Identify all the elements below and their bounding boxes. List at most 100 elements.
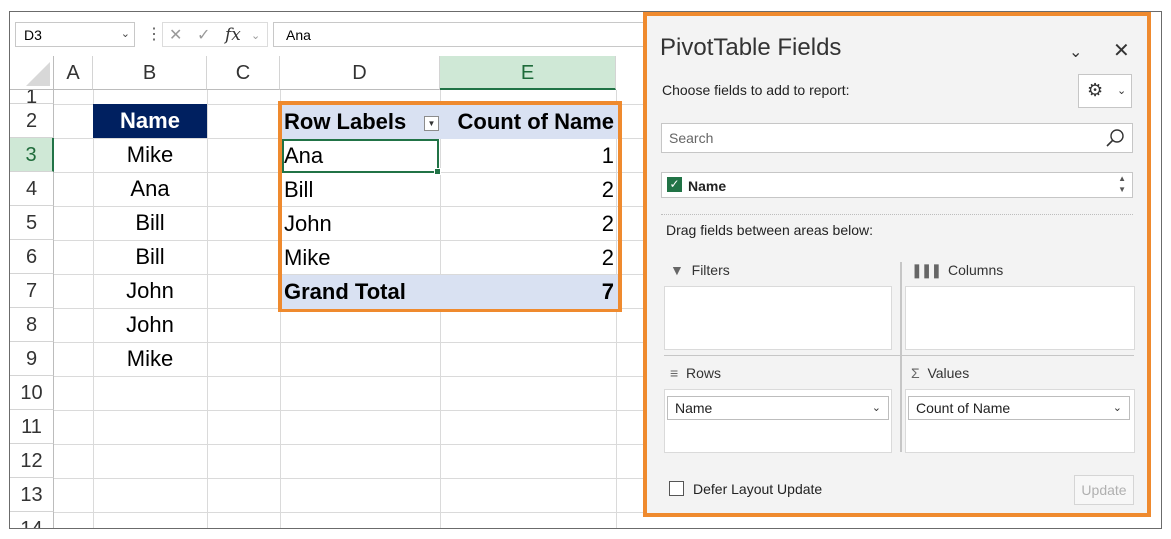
columns-icon: ❚❚❚ (911, 262, 942, 278)
pivot-grand-total-row: Grand Total 7 (282, 275, 618, 309)
pivot-row: John 2 (282, 207, 618, 241)
row-header-2[interactable]: 2 (10, 104, 54, 138)
scroll-down-icon[interactable]: ▼ (1118, 185, 1126, 194)
row-header-7[interactable]: 7 (10, 274, 54, 308)
chevron-down-icon[interactable]: ⌄ (1069, 42, 1082, 62)
chevron-down-icon: ⌄ (1117, 85, 1127, 97)
row-header-14[interactable]: 14 (10, 512, 54, 528)
column-header-e[interactable]: E (440, 56, 616, 90)
pivot-row-label[interactable]: Bill (284, 173, 313, 207)
row-header-10[interactable]: 10 (10, 376, 54, 410)
pivot-table: Row Labels ▼ Count of Name Ana 1 Bill 2 … (278, 101, 622, 312)
pivottable-fields-pane: PivotTable Fields ⌄ ✕ Choose fields to a… (643, 12, 1151, 517)
chevron-down-icon[interactable]: ⌄ (1113, 401, 1122, 414)
insert-function-icon[interactable]: fx (225, 25, 241, 45)
filters-label: ▼ Filters (670, 262, 730, 278)
pivot-row-label[interactable]: Mike (284, 241, 330, 275)
values-drop-zone[interactable]: Count of Name ⌄ (905, 389, 1135, 453)
columns-label: ❚❚❚ Columns (911, 262, 1003, 279)
pivot-row-value[interactable]: 2 (602, 173, 614, 207)
source-cell[interactable]: Mike (93, 138, 207, 172)
field-label-name[interactable]: Name (688, 178, 726, 194)
formula-buttons: ✕ ✓ fx ⌄ (162, 22, 268, 47)
pivot-row-value[interactable]: 1 (602, 139, 614, 173)
update-button[interactable]: Update (1074, 475, 1134, 505)
source-cell[interactable]: John (93, 274, 207, 308)
gridline (54, 444, 654, 445)
pivot-row-value[interactable]: 2 (602, 207, 614, 241)
cancel-icon[interactable]: ✕ (169, 25, 182, 45)
enter-icon[interactable]: ✓ (197, 25, 210, 45)
row-header-4[interactable]: 4 (10, 172, 54, 206)
values-field-item[interactable]: Count of Name ⌄ (908, 396, 1130, 420)
chevron-down-icon[interactable]: ⌄ (121, 27, 130, 40)
columns-drop-zone[interactable] (905, 286, 1135, 350)
row-header-8[interactable]: 8 (10, 308, 54, 342)
grand-total-label[interactable]: Grand Total (284, 275, 406, 309)
row-header-6[interactable]: 6 (10, 240, 54, 274)
row-header-5[interactable]: 5 (10, 206, 54, 240)
pivot-row-value[interactable]: 2 (602, 241, 614, 275)
field-checkbox-name[interactable]: ✓ (667, 177, 682, 192)
name-box-value: D3 (24, 27, 42, 43)
more-options-icon[interactable]: ⋮ (146, 24, 162, 44)
rows-field-item[interactable]: Name ⌄ (667, 396, 889, 420)
drag-fields-label: Drag fields between areas below: (666, 222, 874, 238)
close-icon[interactable]: ✕ (1113, 38, 1130, 63)
rows-drop-zone[interactable]: Name ⌄ (664, 389, 892, 453)
row-header-9[interactable]: 9 (10, 342, 54, 376)
filter-icon: ▼ (670, 262, 684, 278)
pivot-row: Mike 2 (282, 241, 618, 276)
active-cell-selection[interactable] (282, 139, 441, 175)
column-header-d[interactable]: D (280, 56, 440, 90)
source-cell[interactable]: John (93, 308, 207, 342)
scroll-up-icon[interactable]: ▲ (1118, 174, 1126, 183)
row-header-1[interactable]: 1 (10, 90, 54, 104)
divider (661, 214, 1133, 215)
area-divider-horizontal (664, 355, 1134, 356)
chevron-down-icon[interactable]: ⌄ (251, 29, 260, 42)
row-header-3[interactable]: 3 (10, 138, 54, 172)
rows-icon: ≡ (670, 365, 679, 381)
filters-drop-zone[interactable] (664, 286, 892, 350)
pivot-row-label[interactable]: John (284, 207, 332, 241)
grand-total-value[interactable]: 7 (602, 275, 614, 309)
source-cell[interactable]: Bill (93, 240, 207, 274)
row-header-12[interactable]: 12 (10, 444, 54, 478)
source-cell[interactable]: Ana (93, 172, 207, 206)
field-search-input[interactable]: Search (661, 123, 1133, 153)
select-all-corner[interactable] (10, 56, 54, 90)
name-box[interactable]: D3 ⌄ (15, 22, 135, 47)
count-of-name-header[interactable]: Count of Name (458, 105, 614, 139)
source-cell[interactable]: Mike (93, 342, 207, 376)
filter-dropdown-icon[interactable]: ▼ (424, 116, 439, 131)
values-label: Σ Values (911, 365, 969, 381)
filters-text: Filters (691, 262, 730, 278)
sigma-icon: Σ (911, 365, 920, 381)
chevron-down-icon[interactable]: ⌄ (872, 401, 881, 414)
tools-button[interactable]: ⚙ ⌄ (1078, 74, 1132, 108)
row-labels-header[interactable]: Row Labels (284, 105, 406, 139)
formula-input[interactable]: Ana (273, 22, 653, 47)
row-header-11[interactable]: 11 (10, 410, 54, 444)
gear-icon: ⚙ (1087, 80, 1104, 100)
values-text: Values (927, 365, 970, 381)
pivot-row: Bill 2 (282, 173, 618, 207)
source-cell[interactable]: Bill (93, 206, 207, 240)
column-header-b[interactable]: B (93, 56, 207, 90)
source-header-cell[interactable]: Name (93, 104, 207, 138)
columns-text: Columns (947, 262, 1004, 278)
field-list: ✓ Name ▲ ▼ (661, 172, 1133, 198)
rows-text: Rows (685, 365, 721, 381)
defer-checkbox[interactable] (669, 481, 684, 496)
pivot-header-row: Row Labels ▼ Count of Name (282, 105, 618, 139)
row-header-13[interactable]: 13 (10, 478, 54, 512)
search-placeholder: Search (669, 130, 714, 146)
search-icon[interactable] (1104, 127, 1126, 149)
column-header-c[interactable]: C (207, 56, 280, 90)
excel-window: D3 ⌄ ⋮ ✕ ✓ fx ⌄ Ana A B C D E 1 2 3 4 5 … (9, 11, 1162, 529)
pane-title: PivotTable Fields (660, 34, 842, 61)
rows-label: ≡ Rows (670, 365, 721, 381)
column-header-a[interactable]: A (54, 56, 93, 90)
gridline (54, 376, 654, 377)
